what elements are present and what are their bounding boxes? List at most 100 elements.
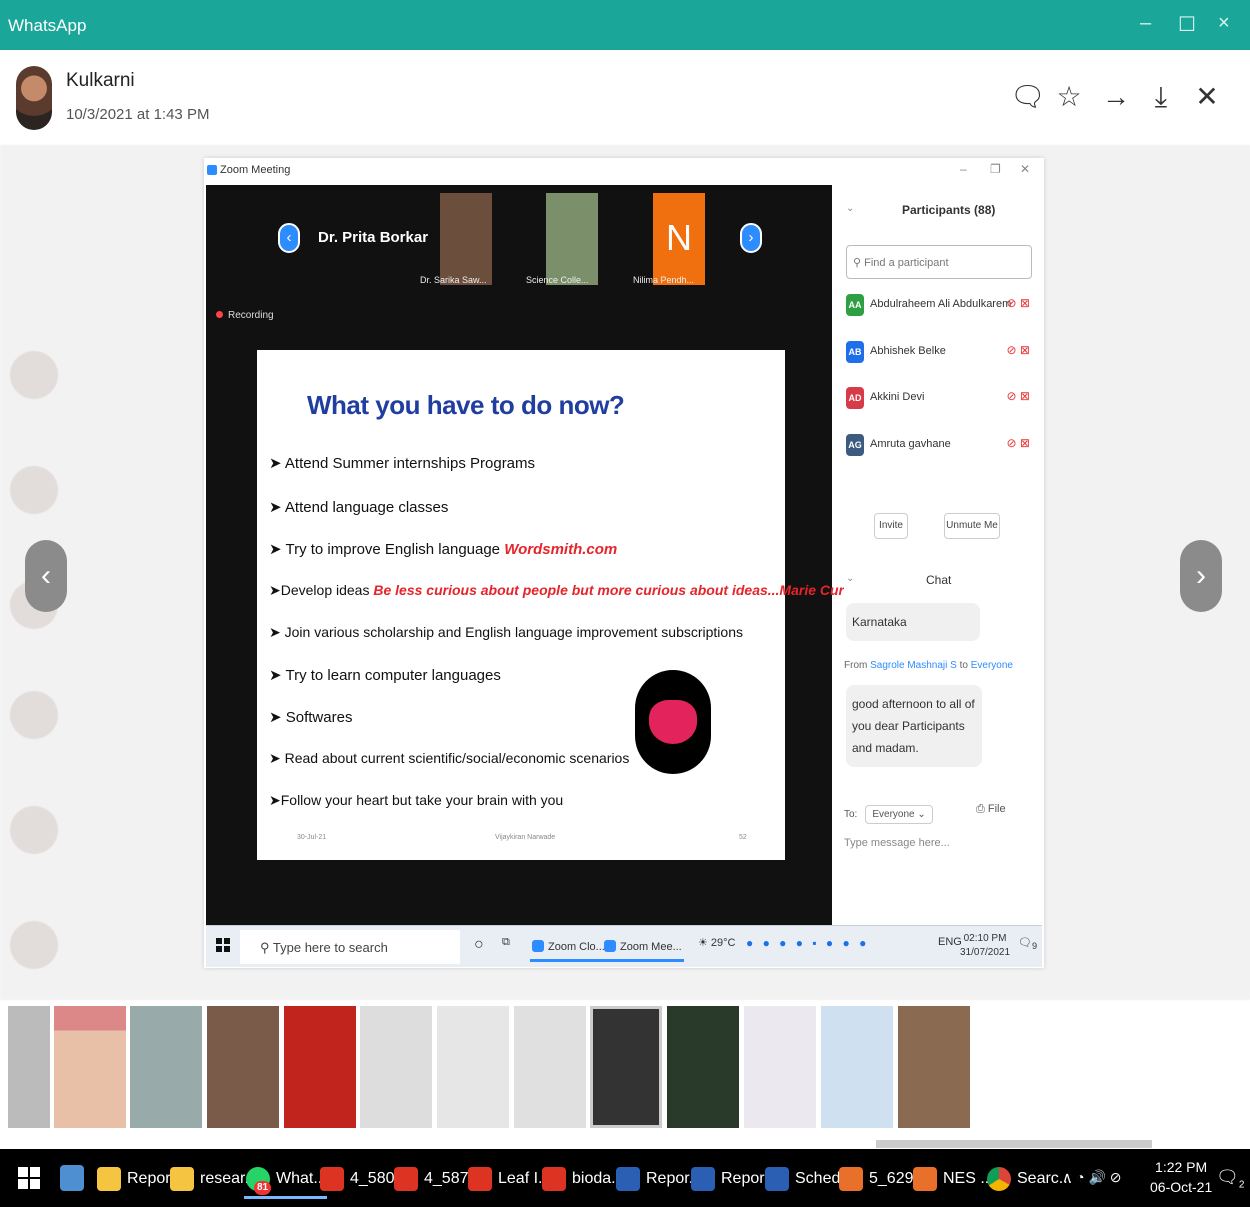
close-icon[interactable]: × — [1218, 12, 1230, 35]
participant-row: AA Abdulraheem Ali Abdulkarem ⊘ ⊠ — [846, 286, 1036, 326]
media-thumbnail[interactable] — [898, 1006, 970, 1128]
taskbar-item[interactable]: Report — [95, 1159, 175, 1199]
zoom-close-icon: ✕ — [1020, 162, 1031, 176]
slide-bullet: ➤Develop ideas Be less curious about peo… — [269, 582, 856, 598]
download-icon[interactable]: ⤓ — [1148, 80, 1174, 114]
participant-search: ⚲ Find a participant — [846, 245, 1032, 279]
media-viewer-header: Kulkarni 10/3/2021 at 1:43 PM 🗨 ☆ → ⤓ ✕ — [0, 50, 1250, 145]
slide-bullet: ➤Follow your heart but take your brain w… — [269, 792, 564, 808]
zoom-logo-icon — [207, 165, 217, 175]
chat-message: good afternoon to all of you dear Partic… — [846, 685, 982, 767]
media-thumbnail[interactable] — [130, 1006, 202, 1128]
slide-bullet: ➤ Try to learn computer languages — [269, 667, 501, 684]
slide-bullet: ➤ Attend Summer internships Programs — [269, 455, 536, 472]
slide-title: What you have to do now? — [307, 390, 625, 420]
chat-sender-line: From Sagrole Mashnaji S to Everyone — [844, 660, 1013, 671]
file-button: ⎙ File — [976, 803, 1006, 815]
muted-icon: ⊘ ⊠ — [1006, 343, 1030, 357]
muted-icon: ⊘ ⊠ — [1006, 389, 1030, 403]
muted-icon: ⊘ ⊠ — [1006, 436, 1030, 450]
chat-input: Type message here... — [844, 837, 950, 849]
media-thumbnail[interactable] — [437, 1006, 509, 1128]
search-icon: ⚲ — [260, 940, 273, 955]
participants-header: Participants (88) — [902, 203, 996, 217]
participant-thumbnail: Dr. Sarika Saw... — [420, 193, 492, 285]
collapse-chevron-icon: ⌄ — [846, 203, 855, 214]
media-thumbnail[interactable] — [8, 1006, 50, 1128]
zoom-restore-icon: ❐ — [990, 162, 1001, 176]
media-thumbnail[interactable] — [360, 1006, 432, 1128]
inner-clock: 02:10 PM 31/07/2021 — [960, 933, 1011, 958]
app-title: WhatsApp — [8, 16, 87, 35]
heart-brain-image — [635, 670, 711, 774]
taskbar-item[interactable]: Leaf I... — [466, 1159, 551, 1199]
participant-row: AD Akkini Devi ⊘ ⊠ — [846, 379, 1036, 419]
taskbar-item[interactable]: bioda... — [540, 1159, 624, 1199]
taskbar-app-zoom-meeting: Zoom Mee... — [602, 932, 684, 962]
media-thumbnail[interactable] — [744, 1006, 816, 1128]
media-thumbnail-selected[interactable] — [590, 1006, 662, 1128]
slide-bullet: ➤ Attend language classes — [269, 499, 449, 516]
zoom-window-title: Zoom Meeting — [220, 164, 291, 176]
taskbar-app-zoom-cloud: Zoom Clo... — [530, 932, 607, 962]
slide-bullet: ➤ Try to improve English language Wordsm… — [269, 541, 618, 558]
slide-bullet: ➤ Join various scholarship and English l… — [269, 624, 743, 640]
close-viewer-icon[interactable]: ✕ — [1194, 80, 1220, 114]
slide-bullet: ➤ Read about current scientific/social/e… — [269, 750, 630, 766]
inner-windows-taskbar: ⚲ Type here to search ○ ⧉ Zoom Clo... Zo… — [206, 925, 1042, 967]
message-timestamp: 10/3/2021 at 1:43 PM — [66, 106, 210, 123]
presentation-slide: What you have to do now? ➤ Attend Summer… — [257, 350, 856, 860]
prev-page-icon: ‹ — [278, 223, 300, 253]
next-media-button[interactable]: › — [1180, 540, 1222, 612]
maximize-icon[interactable]: ☐ — [1178, 12, 1196, 37]
thumbnail-scrollbar[interactable] — [876, 1140, 1152, 1148]
muted-icon: ⊘ ⊠ — [1006, 296, 1030, 310]
zoom-minimize-icon: – — [960, 162, 967, 176]
app-icon[interactable] — [60, 1165, 84, 1191]
participant-row: AG Amruta gavhane ⊘ ⊠ — [846, 426, 1036, 466]
slide-footer-date: 30-Jul-21 — [297, 834, 327, 841]
sender-name: Kulkarni — [66, 70, 135, 91]
notification-icon[interactable]: 🗨2 — [1216, 1167, 1244, 1191]
media-thumbnail[interactable] — [667, 1006, 739, 1128]
participant-row: AB Abhishek Belke ⊘ ⊠ — [846, 333, 1036, 373]
previous-media-button[interactable]: ‹ — [25, 540, 67, 612]
minimize-icon[interactable]: – — [1140, 12, 1151, 35]
search-icon: ⚲ — [853, 257, 865, 269]
media-thumbnail[interactable] — [207, 1006, 279, 1128]
inner-search-box: ⚲ Type here to search — [240, 930, 460, 964]
media-thumbnail[interactable] — [54, 1006, 126, 1128]
file-icon: ⎙ — [976, 803, 988, 815]
chat-recipient: To: Everyone ⌄ — [844, 805, 933, 824]
notification-icon: 🗨9 — [1018, 937, 1038, 952]
participant-thumbnail: N Nilima Pendh... — [633, 193, 705, 285]
chat-message: Karnataka — [846, 603, 980, 641]
participants-panel: ⌄ Participants (88) ⚲ Find a participant… — [844, 185, 1044, 965]
comment-icon[interactable]: 🗨 — [1010, 80, 1046, 114]
windows-taskbar: Report resear... What... 81 4_580... 4_58… — [0, 1149, 1250, 1207]
weather-temp: ☀ 29°C — [698, 937, 736, 949]
media-thumbnail[interactable] — [514, 1006, 586, 1128]
taskbar-item[interactable]: NES ... — [911, 1159, 994, 1199]
app-titlebar: WhatsApp – ☐ × — [0, 0, 1250, 50]
slide-footer-page: 52 — [739, 834, 747, 841]
zoom-screenshot: Zoom Meeting – ❐ ✕ ‹ Dr. Prita Borkar Dr… — [204, 158, 1044, 968]
unmute-button: Unmute Me — [944, 513, 1000, 539]
taskbar-item-whatsapp[interactable]: What... 81 — [244, 1159, 327, 1199]
start-icon[interactable] — [18, 1167, 40, 1189]
chat-header: Chat — [926, 573, 952, 587]
taskbar-item[interactable]: Searc... — [985, 1159, 1072, 1199]
slide-bullet: ➤ Softwares — [269, 709, 353, 726]
media-thumbnail-strip — [0, 1002, 1250, 1132]
avatar — [16, 66, 52, 130]
recording-indicator: Recording — [216, 310, 274, 321]
invite-button: Invite — [874, 513, 908, 539]
star-icon[interactable]: ☆ — [1056, 80, 1082, 114]
forward-icon[interactable]: → — [1102, 80, 1130, 114]
media-thumbnail[interactable] — [284, 1006, 356, 1128]
tray-icons[interactable]: ∧ ◔ 🔊 ⊘ — [1062, 1169, 1122, 1186]
system-clock[interactable]: 1:22 PM 06-Oct-21 — [1150, 1157, 1212, 1197]
active-speaker-name: Dr. Prita Borkar — [318, 229, 429, 246]
media-thumbnail[interactable] — [821, 1006, 893, 1128]
participant-thumbnail: Science Colle... — [526, 193, 598, 285]
